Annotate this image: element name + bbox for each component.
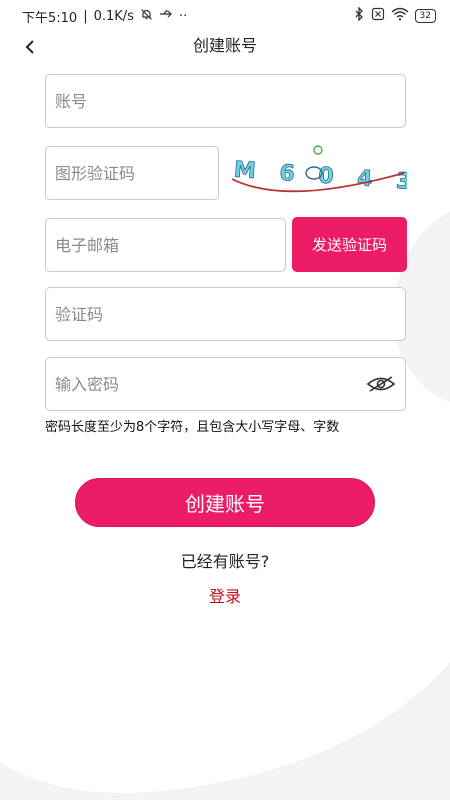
password-input[interactable]	[55, 358, 405, 410]
page-title: 创建账号	[192, 36, 257, 55]
wifi-icon	[391, 7, 409, 25]
email-field[interactable]	[45, 218, 286, 272]
status-bar: 下午5:10 | 0.1K/s ·· 32	[0, 0, 450, 32]
captcha-image[interactable]: M 6 0 4 3	[222, 143, 421, 201]
back-button[interactable]	[14, 32, 46, 62]
sim-off-icon	[371, 7, 385, 25]
bluetooth-icon	[354, 6, 365, 25]
account-field[interactable]	[45, 74, 406, 128]
account-input[interactable]	[55, 75, 405, 127]
usb-icon	[159, 8, 173, 24]
captcha-input[interactable]	[55, 147, 218, 199]
send-code-button[interactable]: 发送验证码	[292, 217, 407, 272]
battery-indicator: 32	[414, 9, 436, 23]
email-input[interactable]	[55, 219, 285, 271]
have-account-text: 已经有账号?	[180, 552, 270, 571]
captcha-field[interactable]	[45, 146, 219, 200]
code-field[interactable]	[45, 287, 406, 341]
code-input[interactable]	[55, 288, 405, 340]
status-extra: ··	[178, 8, 188, 24]
eye-off-icon	[366, 376, 396, 392]
status-speed: 0.1K/s	[93, 8, 134, 24]
create-account-button[interactable]: 创建账号	[75, 478, 375, 527]
captcha-graphic: M 6 0 4 3	[231, 145, 421, 196]
password-field[interactable]	[45, 357, 406, 411]
password-visibility-toggle[interactable]	[365, 373, 397, 395]
password-hint: 密码长度至少为8个字符，且包含大小写字母、字数	[45, 420, 340, 435]
status-time: 下午5:10	[22, 10, 78, 26]
chevron-left-icon	[25, 40, 34, 54]
nav-bar: 创建账号	[0, 32, 450, 62]
login-link[interactable]: 登录	[195, 583, 255, 607]
bell-off-icon	[140, 8, 153, 25]
status-separator: |	[83, 8, 88, 24]
